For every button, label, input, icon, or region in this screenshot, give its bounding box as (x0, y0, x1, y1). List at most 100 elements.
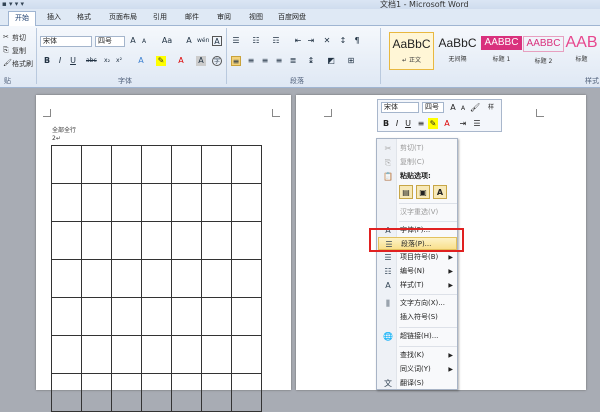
copy-icon: ⎘ (384, 158, 392, 167)
cut-button[interactable]: 剪切 (12, 33, 26, 43)
shrink-font-button[interactable]: A (139, 37, 149, 47)
mini-bold-button[interactable]: B (381, 118, 391, 129)
style-label: 标题 (575, 56, 588, 63)
subscript-button[interactable]: x₂ (102, 56, 112, 66)
mini-font-combo[interactable]: 宋体 (381, 102, 419, 113)
asian-layout-icon[interactable]: ✕ (322, 36, 332, 46)
italic-button[interactable]: I (55, 56, 65, 66)
mini-size-combo[interactable]: 四号 (422, 102, 444, 113)
mini-bullets-icon[interactable]: ☰ (472, 118, 482, 129)
tab-review[interactable]: 审阅 (212, 11, 236, 26)
style-title[interactable]: AAB 标题 (563, 32, 600, 70)
align-left-icon[interactable]: ≡ (231, 56, 241, 66)
numbering-icon[interactable]: ☷ (251, 36, 261, 46)
cut-icon[interactable]: ✂ (3, 33, 9, 41)
superscript-button[interactable]: x² (114, 56, 124, 66)
borders-icon[interactable]: ⊞ (346, 56, 356, 66)
tab-references[interactable]: 引用 (148, 11, 172, 26)
tab-format[interactable]: 格式 (72, 11, 96, 26)
styles-group-label: 样式 (585, 77, 599, 85)
clear-format-button[interactable]: A (184, 36, 194, 46)
font-name-combo[interactable]: 宋体 (40, 36, 92, 47)
style-heading-1[interactable]: AABBC 标题 1 (479, 32, 524, 70)
distributed-icon[interactable]: ≣ (288, 56, 298, 66)
page-left[interactable]: 全部全行 2↵ (36, 95, 291, 412)
menu-item-hyperlink[interactable]: 🌐 超链接(H)... (378, 330, 457, 343)
font-size-combo[interactable]: 四号 (95, 36, 125, 47)
format-painter-button[interactable]: 格式刷 (12, 59, 33, 69)
tab-mailings[interactable]: 邮件 (180, 11, 204, 26)
mini-italic-button[interactable]: I (392, 118, 402, 129)
style-heading-2[interactable]: AABBC 标题 2 (521, 32, 566, 70)
hyperlink-icon: 🌐 (383, 332, 393, 341)
document-table[interactable] (51, 145, 262, 412)
paste-merge-format-icon[interactable]: ▣ (416, 185, 430, 199)
line-spacing-icon[interactable]: ↨ (306, 56, 316, 66)
table-row (51, 183, 262, 222)
phonetic-guide-button[interactable]: wén (197, 36, 209, 46)
align-center-icon[interactable]: ≡ (246, 56, 256, 66)
menu-item-text-direction[interactable]: ⫼ 文字方向(X)... (378, 297, 457, 310)
menu-item-bullets[interactable]: ☰ 项目符号(B) ▶ (378, 251, 457, 264)
copy-icon[interactable]: ⎘ (3, 46, 9, 55)
document-text-line[interactable]: 全部全行 (52, 125, 76, 134)
document-text-line[interactable]: 2↵ (52, 135, 61, 142)
underline-button[interactable]: U (68, 56, 78, 66)
mini-grow-font-button[interactable]: A (448, 102, 458, 113)
increase-indent-icon[interactable]: ⇥ (306, 36, 316, 46)
menu-item-copy[interactable]: ⎘ 复制(C) (378, 156, 457, 169)
justify-icon[interactable]: ≡ (274, 56, 284, 66)
char-shading-icon[interactable]: A (196, 56, 206, 66)
mini-center-icon[interactable]: ≡ (416, 118, 426, 129)
clipboard-group-label: 贴 (4, 77, 11, 85)
crop-mark (324, 109, 332, 117)
tab-insert[interactable]: 插入 (42, 11, 66, 26)
change-case-button[interactable]: Aa (160, 36, 174, 46)
paste-keep-format-icon[interactable]: ▤ (399, 185, 413, 199)
menu-item-styles[interactable]: A 样式(T) ▶ (378, 279, 457, 292)
strikethrough-button[interactable]: abc (86, 56, 97, 66)
mini-shrink-font-button[interactable]: A (458, 103, 468, 114)
multilevel-list-icon[interactable]: ☶ (271, 36, 281, 46)
mini-style-icon[interactable]: 样 (486, 102, 496, 113)
tab-view[interactable]: 视图 (244, 11, 268, 26)
text-effects-icon[interactable]: A (136, 56, 146, 66)
mini-font-color-icon[interactable]: A (442, 118, 452, 129)
paste-text-only-icon[interactable]: A (433, 185, 447, 199)
shading-icon[interactable]: ◩ (326, 56, 336, 66)
bullets-icon[interactable]: ☰ (231, 36, 241, 46)
bullets-icon: ☰ (384, 253, 392, 262)
menu-item-synonyms[interactable]: 同义词(Y) ▶ (378, 363, 457, 376)
tab-page-layout[interactable]: 页面布局 (104, 11, 142, 26)
show-marks-icon[interactable]: ¶ (352, 36, 362, 46)
style-no-spacing[interactable]: AaBbC 无间隔 (435, 32, 480, 70)
menu-item-lookup[interactable]: 查找(K) ▶ (378, 349, 457, 362)
quick-access-toolbar[interactable]: ▪ ▾ ▾ ▾ (2, 0, 24, 8)
tab-baidu-netdisk[interactable]: 百度网盘 (274, 11, 310, 26)
menu-item-insert-symbol[interactable]: 插入符号(S) (378, 311, 457, 324)
format-painter-icon[interactable]: 🖌 (3, 59, 12, 67)
highlight-icon[interactable]: ✎ (156, 56, 166, 66)
style-preview: AaBbC (392, 37, 431, 51)
sort-icon[interactable]: ↕ (338, 36, 348, 46)
char-border-button[interactable]: A (212, 36, 222, 46)
menu-item-numbering[interactable]: ☷ 编号(N) ▶ (378, 265, 457, 278)
copy-button[interactable]: 复制 (12, 46, 26, 56)
mini-toolbar: 宋体 四号 A A 🖌 样 B I U ≡ ✎ A ⇥ ☰ (377, 99, 502, 132)
submenu-arrow-icon: ▶ (448, 254, 453, 261)
decrease-indent-icon[interactable]: ⇤ (293, 36, 303, 46)
mini-highlight-icon[interactable]: ✎ (428, 118, 438, 129)
mini-indent-icon[interactable]: ⇥ (458, 118, 468, 129)
mini-format-painter-icon[interactable]: 🖌 (470, 102, 480, 113)
style-normal[interactable]: AaBbC ↵ 正文 (389, 32, 434, 70)
font-color-icon[interactable]: A (176, 56, 186, 66)
mini-underline-button[interactable]: U (403, 118, 413, 129)
enclose-chars-icon[interactable]: 字 (212, 56, 222, 66)
menu-item-translate[interactable]: 文翻译(S) (378, 377, 457, 390)
bold-button[interactable]: B (42, 56, 52, 66)
align-right-icon[interactable]: ≡ (260, 56, 270, 66)
tab-home[interactable]: 开始 (8, 11, 36, 26)
menu-item-cut[interactable]: ✂ 剪切(T) (378, 142, 457, 155)
menu-item-chinese-conversion[interactable]: 汉字重选(V) (378, 206, 457, 219)
grow-font-button[interactable]: A (128, 36, 138, 46)
